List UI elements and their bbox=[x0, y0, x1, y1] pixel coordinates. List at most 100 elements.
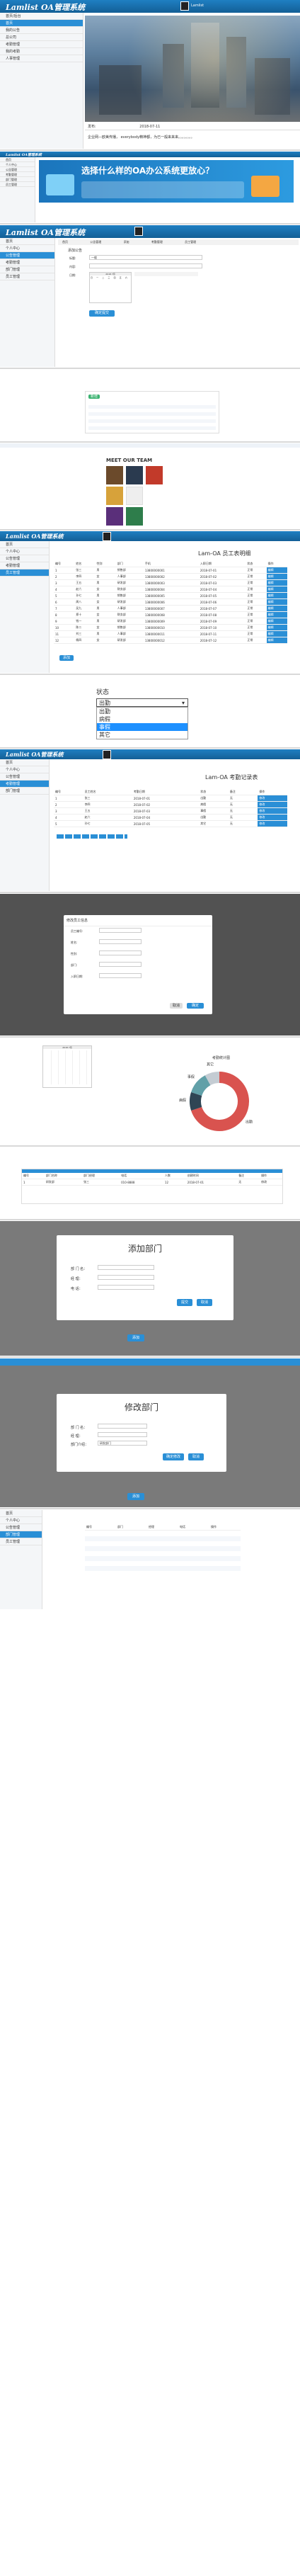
phone-input[interactable] bbox=[98, 1285, 154, 1290]
confirm-button[interactable]: 确定修改 bbox=[163, 1453, 184, 1460]
row-action-button[interactable]: 编辑 bbox=[266, 637, 287, 644]
row-action-button[interactable]: 修改 bbox=[260, 1179, 282, 1186]
table-row: 5 孙七 2018-07-05 其它无修改 bbox=[54, 820, 287, 827]
sidebar-item-notice[interactable]: 公告管理 bbox=[0, 167, 35, 172]
tab-staff[interactable]: 员工管理 bbox=[185, 240, 196, 244]
sidebar-item-5[interactable]: 员工管理 bbox=[0, 1538, 42, 1545]
pagination[interactable] bbox=[57, 834, 127, 839]
add-button[interactable]: 添加 bbox=[127, 1334, 144, 1341]
row-action-button[interactable]: 编辑 bbox=[266, 618, 287, 625]
sidebar-item-3[interactable]: 公告管理 bbox=[0, 252, 54, 259]
sidebar-item-5[interactable]: 部门管理 bbox=[0, 788, 49, 795]
field-input[interactable] bbox=[99, 973, 142, 978]
row-action-button[interactable]: 编辑 bbox=[266, 579, 287, 586]
sidebar-item-5[interactable]: 员工管理 bbox=[0, 569, 49, 577]
sidebar-item-6[interactable]: 员工管理 bbox=[0, 273, 54, 280]
sidebar-item-1[interactable]: 首页 bbox=[0, 238, 54, 245]
sidebar-item-3[interactable]: 公告管理 bbox=[0, 773, 49, 781]
sidebar-item-1[interactable]: 首页 bbox=[0, 759, 49, 766]
sidebar-item-home[interactable]: 首页 bbox=[0, 157, 35, 162]
dept-name-input[interactable] bbox=[98, 1424, 147, 1429]
status-select[interactable]: 出勤 ▾ bbox=[96, 698, 188, 707]
row-action-button[interactable]: 修改 bbox=[258, 820, 287, 827]
sidebar-item-home[interactable]: 首页/后台 bbox=[0, 13, 83, 20]
table-cell: 其它 bbox=[199, 820, 229, 827]
tab-add[interactable]: 添加 bbox=[124, 240, 129, 244]
row-action-button[interactable]: 修改 bbox=[258, 814, 287, 821]
calendar[interactable]: 2018 7月 日 一 二 三 四 五 六 bbox=[89, 272, 132, 303]
sidebar-item-5[interactable]: 部门管理 bbox=[0, 266, 54, 273]
sidebar-item-4[interactable]: 部门管理 bbox=[0, 1531, 42, 1538]
sidebar-item-2[interactable]: 个人中心 bbox=[0, 1517, 42, 1524]
row-action-button[interactable]: 编辑 bbox=[266, 586, 287, 593]
sidebar-item-notice[interactable]: 我的公告 bbox=[0, 27, 83, 34]
sidebar-item-1[interactable]: 首页 bbox=[0, 1510, 42, 1517]
status-options[interactable]: 出勤 病假 事假 其它 bbox=[96, 707, 188, 739]
field-input[interactable] bbox=[99, 951, 142, 955]
row-action-button[interactable]: 编辑 bbox=[266, 605, 287, 612]
manager-input[interactable] bbox=[98, 1432, 147, 1437]
add-button[interactable]: 新增 bbox=[88, 395, 100, 399]
table-cell: 正常 bbox=[246, 579, 267, 586]
sidebar-item-2[interactable]: 个人中心 bbox=[0, 548, 49, 555]
content-input[interactable] bbox=[89, 263, 202, 268]
sidebar-item-dept[interactable]: 部门管理 bbox=[0, 177, 35, 182]
sidebar-item-hr[interactable]: 人事管理 bbox=[0, 55, 83, 62]
sidebar-item-1[interactable]: 首页 bbox=[0, 541, 49, 548]
tab-home[interactable]: 首页 bbox=[62, 240, 68, 244]
submit-button[interactable]: 确定提交 bbox=[89, 310, 115, 317]
status-option[interactable]: 其它 bbox=[97, 731, 188, 739]
small-calendar[interactable]: 2018 7月 bbox=[42, 1045, 92, 1088]
calendar-grid[interactable]: 日 一 二 三 四 五 六 bbox=[90, 276, 131, 280]
manager-input[interactable] bbox=[98, 1275, 154, 1280]
sidebar-item-4[interactable]: 考勤管理 bbox=[0, 781, 49, 788]
cancel-button[interactable]: 取消 bbox=[170, 1003, 183, 1009]
sidebar-item-staff[interactable]: 员工管理 bbox=[0, 182, 35, 187]
table-cell: 刘三 bbox=[74, 630, 96, 637]
add-button[interactable]: 添加 bbox=[127, 1493, 144, 1500]
row-action-button[interactable]: 编辑 bbox=[266, 592, 287, 599]
status-option[interactable]: 出勤 bbox=[97, 708, 188, 715]
tab-attendance[interactable]: 考勤管理 bbox=[151, 240, 163, 244]
submit-button[interactable]: 提交 bbox=[177, 1299, 192, 1306]
tab-notice[interactable]: 公告管理 bbox=[90, 240, 101, 244]
sidebar-item-attendance[interactable]: 考勤管理 bbox=[0, 41, 83, 48]
table-row: 10 陈二女销售部 13800000010 2018-07-10 正常 编辑 bbox=[54, 624, 287, 631]
cancel-button[interactable]: 取消 bbox=[197, 1299, 212, 1306]
sidebar-item-index[interactable]: 首页 bbox=[0, 20, 83, 27]
sidebar-item-2[interactable]: 个人中心 bbox=[0, 245, 54, 252]
sidebar-item-2[interactable]: 个人中心 bbox=[0, 766, 49, 773]
ok-button[interactable]: 确定 bbox=[187, 1003, 204, 1009]
sidebar-item-4[interactable]: 考勤管理 bbox=[0, 562, 49, 569]
row-action-button[interactable]: 编辑 bbox=[266, 573, 287, 580]
sidebar-item-3[interactable]: 公告管理 bbox=[0, 555, 49, 562]
sidebar-item-attendance[interactable]: 考勤管理 bbox=[0, 172, 35, 177]
row-action-button[interactable]: 编辑 bbox=[266, 624, 287, 631]
row-action-button[interactable]: 修改 bbox=[258, 801, 287, 808]
row-action-button[interactable]: 编辑 bbox=[266, 598, 287, 606]
table-cell: 女 bbox=[95, 586, 116, 593]
row-action-button[interactable]: 编辑 bbox=[266, 630, 287, 637]
add-staff-button[interactable]: 添加 bbox=[59, 655, 74, 661]
cancel-button[interactable]: 取消 bbox=[188, 1453, 204, 1460]
sidebar-item-company[interactable]: 总公司 bbox=[0, 34, 83, 41]
title-input[interactable]: 一般 bbox=[89, 255, 202, 260]
row-action-button[interactable]: 编辑 bbox=[266, 567, 287, 574]
top-strip bbox=[0, 1358, 300, 1366]
sidebar-item-profile[interactable]: 个人中心 bbox=[0, 162, 35, 167]
sidebar-item-3[interactable]: 公告管理 bbox=[0, 1524, 42, 1531]
sidebar-item-my-attendance[interactable]: 我的考勤 bbox=[0, 48, 83, 55]
row-action-button[interactable]: 修改 bbox=[258, 807, 287, 815]
dept-name-input[interactable] bbox=[98, 1265, 154, 1270]
sidebar-item-4[interactable]: 考勤管理 bbox=[0, 259, 54, 266]
status-option[interactable]: 病假 bbox=[97, 715, 188, 723]
user-name[interactable]: Lamlist bbox=[191, 4, 204, 8]
field-input[interactable] bbox=[99, 928, 142, 933]
field-input[interactable] bbox=[99, 939, 142, 944]
editor-toolbar[interactable] bbox=[134, 272, 198, 276]
row-action-button[interactable]: 修改 bbox=[258, 795, 287, 802]
status-option-selected[interactable]: 事假 bbox=[97, 723, 188, 731]
note-input[interactable]: 研发部门 bbox=[98, 1441, 147, 1446]
field-input[interactable] bbox=[99, 962, 142, 967]
row-action-button[interactable]: 编辑 bbox=[266, 611, 287, 618]
